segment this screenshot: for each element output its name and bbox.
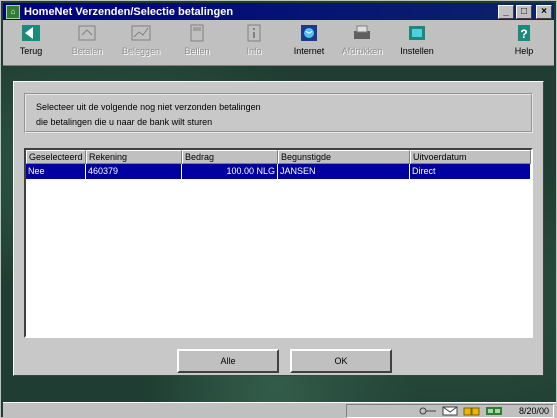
key-icon[interactable]: [419, 406, 437, 416]
system-tray: 8/20/00: [346, 404, 554, 418]
minimize-button[interactable]: _: [498, 4, 514, 19]
invest-icon: [129, 23, 153, 43]
cell-geselecteerd[interactable]: Nee: [26, 164, 86, 180]
info-icon: [242, 23, 266, 43]
payment-icon: [75, 23, 99, 43]
cell-uitvoerdatum[interactable]: Direct: [410, 164, 531, 180]
toolbar-label: Instellen: [400, 46, 434, 56]
toolbar-label: Betalen: [71, 46, 103, 56]
toolbar-button-bellen[interactable]: Bellen: [171, 23, 223, 63]
title-bar[interactable]: ⌂ HomeNet Verzenden/Selectie betalingen …: [3, 3, 554, 20]
toolbar-button-info[interactable]: Info: [228, 23, 280, 63]
payments-table: Geselecteerd Rekening Bedrag Begunstigde…: [24, 148, 533, 338]
column-header-rekening[interactable]: Rekening: [86, 150, 182, 164]
toolbar-label: Afdrukken: [341, 46, 383, 56]
toolbar-label: Bellen: [184, 46, 210, 56]
toolbar-button-internet[interactable]: Internet: [283, 23, 335, 63]
application-window: ⌂ HomeNet Verzenden/Selectie betalingen …: [0, 0, 557, 418]
close-button[interactable]: ×: [536, 4, 552, 19]
help-icon: ?: [512, 23, 536, 43]
toolbar-label: Info: [246, 46, 262, 56]
back-arrow-icon: [19, 23, 43, 43]
toolbar-button-beleggen[interactable]: Beleggen: [115, 23, 167, 63]
column-header-geselecteerd[interactable]: Geselecteerd: [26, 150, 86, 164]
app-icon[interactable]: ⌂: [6, 4, 20, 19]
folders-icon[interactable]: [463, 406, 481, 416]
cell-begunstigde[interactable]: JANSEN: [278, 164, 410, 180]
instruction-box: Selecteer uit de volgende nog niet verzo…: [24, 93, 533, 133]
selection-panel: Selecteer uit de volgende nog niet verzo…: [13, 81, 544, 376]
toolbar-button-betalen[interactable]: Betalen: [61, 23, 113, 63]
toolbar: Terug Betalen Beleggen Bellen Info Inter…: [3, 20, 554, 66]
status-bar: 8/20/00: [3, 402, 556, 418]
toolbar-label: Internet: [293, 46, 325, 56]
mail-icon[interactable]: [441, 406, 459, 416]
table-row[interactable]: Nee 460379 100.00 NLG JANSEN Direct: [26, 164, 531, 180]
toolbar-button-terug[interactable]: Terug: [5, 23, 57, 63]
ok-button[interactable]: OK: [290, 349, 392, 373]
column-header-bedrag[interactable]: Bedrag: [182, 150, 278, 164]
toolbar-label: Terug: [19, 46, 43, 56]
select-all-button[interactable]: Alle: [177, 349, 279, 373]
instruction-line-1: Selecteer uit de volgende nog niet verzo…: [36, 102, 261, 112]
phone-icon: [185, 23, 209, 43]
toolbar-button-afdrukken[interactable]: Afdrukken: [336, 23, 388, 63]
cell-bedrag[interactable]: 100.00 NLG: [182, 164, 278, 180]
column-header-uitvoerdatum[interactable]: Uitvoerdatum: [410, 150, 531, 164]
system-date: 8/20/00: [518, 406, 549, 416]
toolbar-button-instellen[interactable]: Instellen: [391, 23, 443, 63]
maximize-button[interactable]: □: [516, 4, 532, 19]
cell-rekening[interactable]: 460379: [86, 164, 182, 180]
table-header: Geselecteerd Rekening Bedrag Begunstigde…: [26, 150, 531, 164]
svg-text:?: ?: [520, 27, 527, 41]
toolbar-label: Help: [514, 46, 534, 56]
toolbar-label: Beleggen: [121, 46, 161, 56]
toolbar-button-help[interactable]: ? Help: [498, 23, 550, 63]
printer-icon: [350, 23, 374, 43]
network-icon[interactable]: [485, 406, 503, 416]
settings-icon: [405, 23, 429, 43]
window-title: HomeNet Verzenden/Selectie betalingen: [24, 5, 234, 18]
instruction-line-2: die betalingen die u naar de bank wilt s…: [36, 117, 213, 127]
column-header-begunstigde[interactable]: Begunstigde: [278, 150, 410, 164]
internet-icon: [297, 23, 321, 43]
